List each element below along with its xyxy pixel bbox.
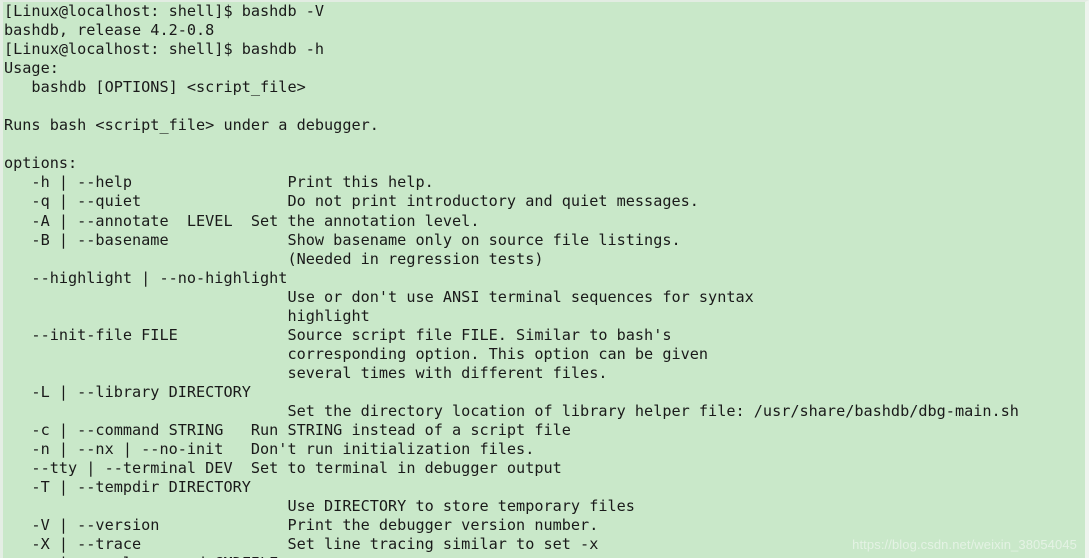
- terminal-line: -x | --eval-command CMDFILE: [4, 554, 1019, 558]
- terminal-line: -L | --library DIRECTORY: [4, 382, 251, 401]
- terminal-line: Use or don't use ANSI terminal sequences…: [4, 287, 754, 306]
- terminal-line: -h | --help Print this help.: [4, 173, 434, 192]
- terminal-line: Runs bash <script_file> under a debugger…: [4, 116, 379, 135]
- terminal-line: -B | --basename Show basename only on so…: [4, 230, 681, 249]
- terminal-line: bashdb [OPTIONS] <script_file>: [4, 78, 306, 97]
- terminal-line: highlight: [4, 306, 370, 325]
- terminal-line: Set the directory location of library he…: [4, 401, 1019, 420]
- terminal-line: --highlight | --no-highlight: [4, 268, 288, 287]
- terminal-line: several times with different files.: [4, 363, 608, 382]
- terminal-line: -c | --command STRING Run STRING instead…: [4, 421, 571, 440]
- terminal-line: (Needed in regression tests): [4, 249, 544, 268]
- terminal-line: -X | --trace Set line tracing similar to…: [4, 535, 599, 554]
- terminal-line: -n | --nx | --no-init Don't run initiali…: [4, 440, 535, 459]
- terminal-window[interactable]: [Linux@localhost: shell]$ bashdb -V bashd…: [0, 0, 1089, 558]
- terminal-line: -A | --annotate LEVEL Set the annotation…: [4, 211, 480, 230]
- terminal-line: [Linux@localhost: shell]$ bashdb -h: [4, 40, 325, 59]
- terminal-line: --init-file FILE Source script file FILE…: [4, 325, 672, 344]
- terminal-line: -T | --tempdir DIRECTORY: [4, 478, 251, 497]
- terminal-line: [Linux@localhost: shell]$ bashdb -V: [4, 2, 325, 20]
- terminal-line: -V | --version Print the debugger versio…: [4, 516, 599, 535]
- terminal-line: Use DIRECTORY to store temporary files: [4, 497, 635, 516]
- terminal-line: -q | --quiet Do not print introductory a…: [4, 192, 699, 211]
- terminal-line: options:: [4, 154, 78, 173]
- terminal-line: bashdb, release 4.2-0.8: [4, 21, 215, 40]
- terminal-line: Usage:: [4, 59, 59, 78]
- terminal-line: --tty | --terminal DEV Set to terminal i…: [4, 459, 562, 478]
- terminal-line: corresponding option. This option can be…: [4, 344, 709, 363]
- terminal-output: [Linux@localhost: shell]$ bashdb -V bashd…: [3, 2, 1019, 558]
